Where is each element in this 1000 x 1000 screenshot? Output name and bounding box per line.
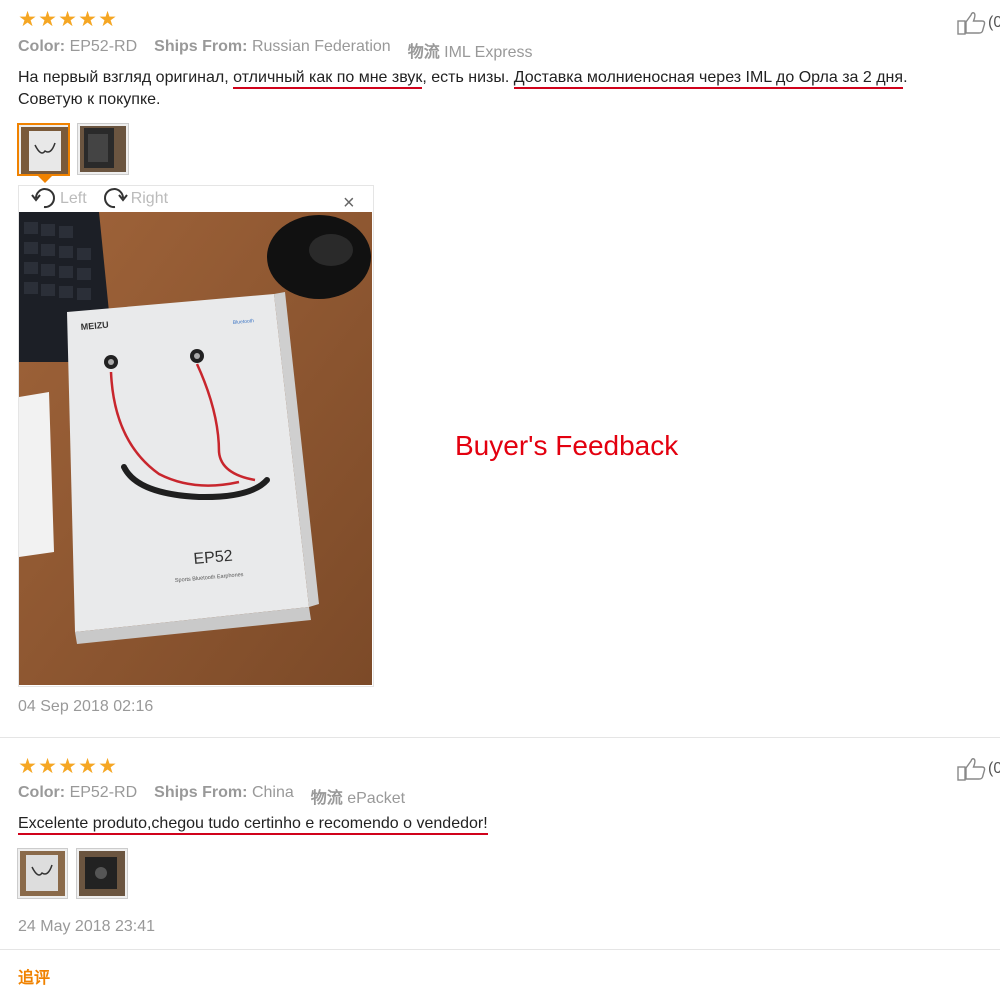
review-divider bbox=[0, 949, 1000, 950]
star-icon: ★ bbox=[58, 8, 77, 31]
photo-thumbnail-image bbox=[20, 851, 65, 896]
logistics-label: 物流 bbox=[310, 790, 343, 807]
review-text: На первый взгляд оригинал, отличный как … bbox=[18, 67, 993, 111]
ships-from-label: Ships From: bbox=[154, 38, 248, 55]
review-text-line: Советую к покупке. bbox=[18, 91, 161, 108]
rating-stars: ★ ★ ★ ★ ★ bbox=[18, 9, 117, 30]
review-photo-image: MEIZU Bluetooth EP52 Sports Bluetooth Ea… bbox=[19, 212, 372, 685]
highlighted-phrase: Excelente produto,chegou tudo certinho e… bbox=[18, 815, 488, 835]
star-icon: ★ bbox=[78, 755, 97, 778]
review-photo: MEIZU Bluetooth EP52 Sports Bluetooth Ea… bbox=[19, 212, 372, 685]
image-viewer-toolbar: Left Right bbox=[30, 186, 168, 212]
rating-stars: ★ ★ ★ ★ ★ bbox=[18, 756, 117, 777]
star-icon: ★ bbox=[38, 755, 57, 778]
rotate-left-icon bbox=[31, 188, 55, 209]
active-thumbnail-pointer bbox=[38, 176, 52, 183]
star-icon: ★ bbox=[58, 755, 77, 778]
logistics-label: 物流 bbox=[407, 44, 440, 61]
like-button[interactable] bbox=[957, 11, 987, 35]
review-meta: Color: EP52-RD Ships From: Russian Feder… bbox=[18, 38, 549, 62]
ships-from-label: Ships From: bbox=[154, 784, 248, 801]
review-meta: Color: EP52-RD Ships From: China 物流 ePac… bbox=[18, 784, 422, 808]
color-label: Color: bbox=[18, 784, 66, 801]
thumbs-up-icon bbox=[957, 12, 986, 35]
star-icon: ★ bbox=[78, 8, 97, 31]
review-text: Excelente produto,chegou tudo certinho e… bbox=[18, 813, 993, 835]
review-date: 04 Sep 2018 02:16 bbox=[18, 698, 154, 715]
photo-thumbnail-image bbox=[79, 851, 125, 896]
review-divider bbox=[0, 737, 1000, 738]
like-button[interactable] bbox=[957, 757, 987, 781]
close-viewer-button[interactable]: × bbox=[343, 193, 355, 213]
review-date: 24 May 2018 23:41 bbox=[18, 918, 155, 935]
star-icon: ★ bbox=[98, 8, 117, 31]
rotate-right-button[interactable]: Right bbox=[101, 186, 168, 212]
rotate-left-button[interactable]: Left bbox=[30, 186, 87, 212]
highlighted-phrase: отличный как по мне звук bbox=[233, 69, 423, 89]
rotate-left-label: Left bbox=[60, 190, 87, 207]
photo-model-text: EP52 bbox=[193, 548, 234, 568]
logistics-value: ePacket bbox=[347, 790, 406, 807]
star-icon: ★ bbox=[18, 755, 37, 778]
close-icon: × bbox=[343, 192, 355, 214]
review-photo-thumbnail[interactable] bbox=[17, 848, 68, 899]
star-icon: ★ bbox=[18, 8, 37, 31]
review-text-part: На первый взгляд оригинал, bbox=[18, 69, 234, 86]
photo-thumbnail-image bbox=[80, 126, 126, 172]
rotate-right-label: Right bbox=[130, 190, 169, 207]
highlighted-phrase: Доставка молниеносная через IML до Орла … bbox=[513, 69, 904, 89]
review-text-part: . bbox=[903, 69, 908, 86]
annotation-label: Buyer's Feedback bbox=[455, 430, 679, 461]
ships-from-value: Russian Federation bbox=[251, 38, 391, 55]
review-photo-thumbnail[interactable] bbox=[17, 123, 70, 176]
star-icon: ★ bbox=[98, 755, 117, 778]
ships-from-value: China bbox=[251, 784, 294, 801]
follow-up-review-label: 追评 bbox=[18, 970, 51, 987]
like-count: (0 bbox=[988, 760, 1000, 777]
review-photo-thumbnail[interactable] bbox=[76, 848, 128, 899]
logistics-value: IML Express bbox=[444, 44, 533, 61]
rotate-right-icon bbox=[103, 188, 128, 209]
thumbs-up-icon bbox=[957, 758, 986, 781]
photo-thumbnail-image bbox=[21, 127, 68, 174]
review-photo-thumbnail[interactable] bbox=[77, 123, 129, 175]
review-text-part: , есть низы. bbox=[422, 69, 514, 86]
color-value: EP52-RD bbox=[69, 38, 138, 55]
star-icon: ★ bbox=[38, 8, 57, 31]
color-label: Color: bbox=[18, 38, 66, 55]
color-value: EP52-RD bbox=[69, 784, 138, 801]
like-count: (0 bbox=[988, 14, 1000, 31]
